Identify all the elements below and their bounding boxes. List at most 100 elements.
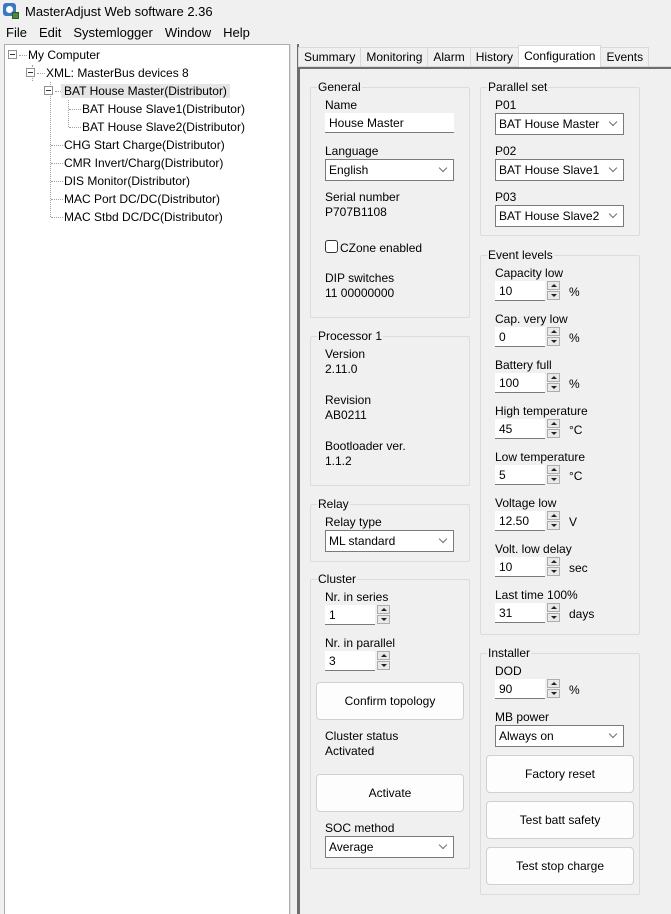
battery-full-input[interactable] xyxy=(495,373,545,393)
window-title: MasterAdjust Web software 2.36 xyxy=(25,3,213,19)
tab-bar: Summary Monitoring Alarm History Configu… xyxy=(298,45,650,67)
tab-summary[interactable]: Summary xyxy=(298,47,362,67)
spin-up-icon[interactable] xyxy=(547,679,560,688)
low-temperature-spinner[interactable] xyxy=(547,465,561,485)
p02-label: P02 xyxy=(495,144,517,158)
language-select[interactable]: English xyxy=(325,159,454,181)
battery-full-spinner[interactable] xyxy=(547,373,561,393)
spin-up-icon[interactable] xyxy=(547,511,560,520)
high-temperature-input[interactable] xyxy=(495,419,545,439)
high-temperature-label: High temperature xyxy=(495,404,588,418)
spin-down-icon[interactable] xyxy=(547,429,560,438)
menu-help[interactable]: Help xyxy=(217,23,256,43)
test-batt-safety-button[interactable]: Test batt safety xyxy=(486,801,634,839)
bootloader-value: 1.1.2 xyxy=(325,454,352,468)
cap-very-low-spinner[interactable] xyxy=(547,327,561,347)
spin-up-icon[interactable] xyxy=(377,605,390,614)
spin-up-icon[interactable] xyxy=(547,603,560,612)
installer-group: Installer DOD % MB power Always on Facto… xyxy=(480,646,640,895)
dip-switches-value: 11 00000000 xyxy=(325,286,395,300)
dod-input[interactable] xyxy=(495,679,545,699)
nr-in-parallel-spinner[interactable] xyxy=(377,651,391,671)
tree-node-mac-port-dcdc[interactable]: MAC Port DC/DC(Distributor) xyxy=(61,191,223,208)
mb-power-select[interactable]: Always on xyxy=(495,725,624,747)
collapse-icon[interactable] xyxy=(26,68,35,77)
tab-events[interactable]: Events xyxy=(600,47,650,67)
tree-node-bat-house-master[interactable]: BAT House Master(Distributor) xyxy=(61,83,230,100)
tree-node-dis-monitor[interactable]: DIS Monitor(Distributor) xyxy=(61,173,193,190)
spin-up-icon[interactable] xyxy=(547,281,560,290)
menu-file[interactable]: File xyxy=(0,23,33,43)
soc-method-select[interactable]: Average xyxy=(325,836,454,858)
cluster-group-title: Cluster xyxy=(317,572,358,586)
spin-down-icon[interactable] xyxy=(547,521,560,530)
name-input[interactable] xyxy=(325,113,454,133)
high-temperature-spinner[interactable] xyxy=(547,419,561,439)
tree-node-cmr-invert-charg[interactable]: CMR Invert/Charg(Distributor) xyxy=(61,155,226,172)
voltage-low-spinner[interactable] xyxy=(547,511,561,531)
spin-up-icon[interactable] xyxy=(547,465,560,474)
p01-select[interactable]: BAT House Master xyxy=(495,113,624,135)
collapse-icon[interactable] xyxy=(8,50,17,59)
tab-alarm[interactable]: Alarm xyxy=(427,47,471,67)
relay-type-select[interactable]: ML standard xyxy=(325,530,454,552)
tree-node-bat-house-slave1[interactable]: BAT House Slave1(Distributor) xyxy=(79,101,248,118)
device-tree[interactable]: My Computer XML: MasterBus devices 8 BAT… xyxy=(4,44,290,914)
factory-reset-button[interactable]: Factory reset xyxy=(486,755,634,793)
spin-up-icon[interactable] xyxy=(547,373,560,382)
volt-low-delay-spinner[interactable] xyxy=(547,557,561,577)
voltage-low-input[interactable] xyxy=(495,511,545,531)
spin-down-icon[interactable] xyxy=(547,383,560,392)
spin-down-icon[interactable] xyxy=(377,615,390,624)
nr-in-series-spinner[interactable] xyxy=(377,605,391,625)
menu-edit[interactable]: Edit xyxy=(33,23,67,43)
tab-configuration[interactable]: Configuration xyxy=(518,45,602,67)
spin-up-icon[interactable] xyxy=(547,327,560,336)
last-time-100-unit: days xyxy=(569,607,595,621)
capacity-low-spinner[interactable] xyxy=(547,281,561,301)
dod-spinner[interactable] xyxy=(547,679,561,699)
nr-in-parallel-input[interactable] xyxy=(325,651,375,671)
last-time-100-spinner[interactable] xyxy=(547,603,561,623)
tree-node-bat-house-slave2[interactable]: BAT House Slave2(Distributor) xyxy=(79,119,248,136)
tree-node-chg-start-charge[interactable]: CHG Start Charge(Distributor) xyxy=(61,137,228,154)
low-temperature-label: Low temperature xyxy=(495,450,586,464)
tree-node-mac-stbd-dcdc[interactable]: MAC Stbd DC/DC(Distributor) xyxy=(61,209,226,226)
revision-value: AB0211 xyxy=(325,408,367,422)
spin-up-icon[interactable] xyxy=(547,557,560,566)
activate-button[interactable]: Activate xyxy=(316,774,464,812)
p03-select[interactable]: BAT House Slave2 xyxy=(495,205,624,227)
battery-full-unit: % xyxy=(569,377,580,391)
p01-value: BAT House Master xyxy=(499,117,600,131)
spin-down-icon[interactable] xyxy=(547,613,560,622)
czone-enabled-label[interactable]: CZone enabled xyxy=(340,241,422,255)
spin-up-icon[interactable] xyxy=(377,651,390,660)
menu-systemlogger[interactable]: Systemlogger xyxy=(67,23,158,43)
spin-up-icon[interactable] xyxy=(547,419,560,428)
volt-low-delay-input[interactable] xyxy=(495,557,545,577)
tree-node-xml-masterbus[interactable]: XML: MasterBus devices 8 xyxy=(43,65,192,82)
general-group-title: General xyxy=(317,80,362,94)
czone-enabled-checkbox[interactable] xyxy=(325,240,338,253)
menu-window[interactable]: Window xyxy=(159,23,217,43)
low-temperature-input[interactable] xyxy=(495,465,545,485)
spin-down-icon[interactable] xyxy=(377,661,390,670)
spin-down-icon[interactable] xyxy=(547,291,560,300)
tab-monitoring[interactable]: Monitoring xyxy=(360,47,429,67)
collapse-icon[interactable] xyxy=(44,86,53,95)
spin-down-icon[interactable] xyxy=(547,475,560,484)
capacity-low-input[interactable] xyxy=(495,281,545,301)
spin-down-icon[interactable] xyxy=(547,689,560,698)
p02-select[interactable]: BAT House Slave1 xyxy=(495,159,624,181)
spin-down-icon[interactable] xyxy=(547,567,560,576)
tree-node-my-computer[interactable]: My Computer xyxy=(25,47,103,64)
test-stop-charge-button[interactable]: Test stop charge xyxy=(486,847,634,885)
revision-label: Revision xyxy=(325,393,372,407)
nr-in-series-input[interactable] xyxy=(325,605,375,625)
confirm-topology-button[interactable]: Confirm topology xyxy=(316,682,464,720)
cap-very-low-input[interactable] xyxy=(495,327,545,347)
spin-down-icon[interactable] xyxy=(547,337,560,346)
last-time-100-input[interactable] xyxy=(495,603,545,623)
tab-history[interactable]: History xyxy=(469,47,520,67)
mb-power-label: MB power xyxy=(495,710,550,724)
